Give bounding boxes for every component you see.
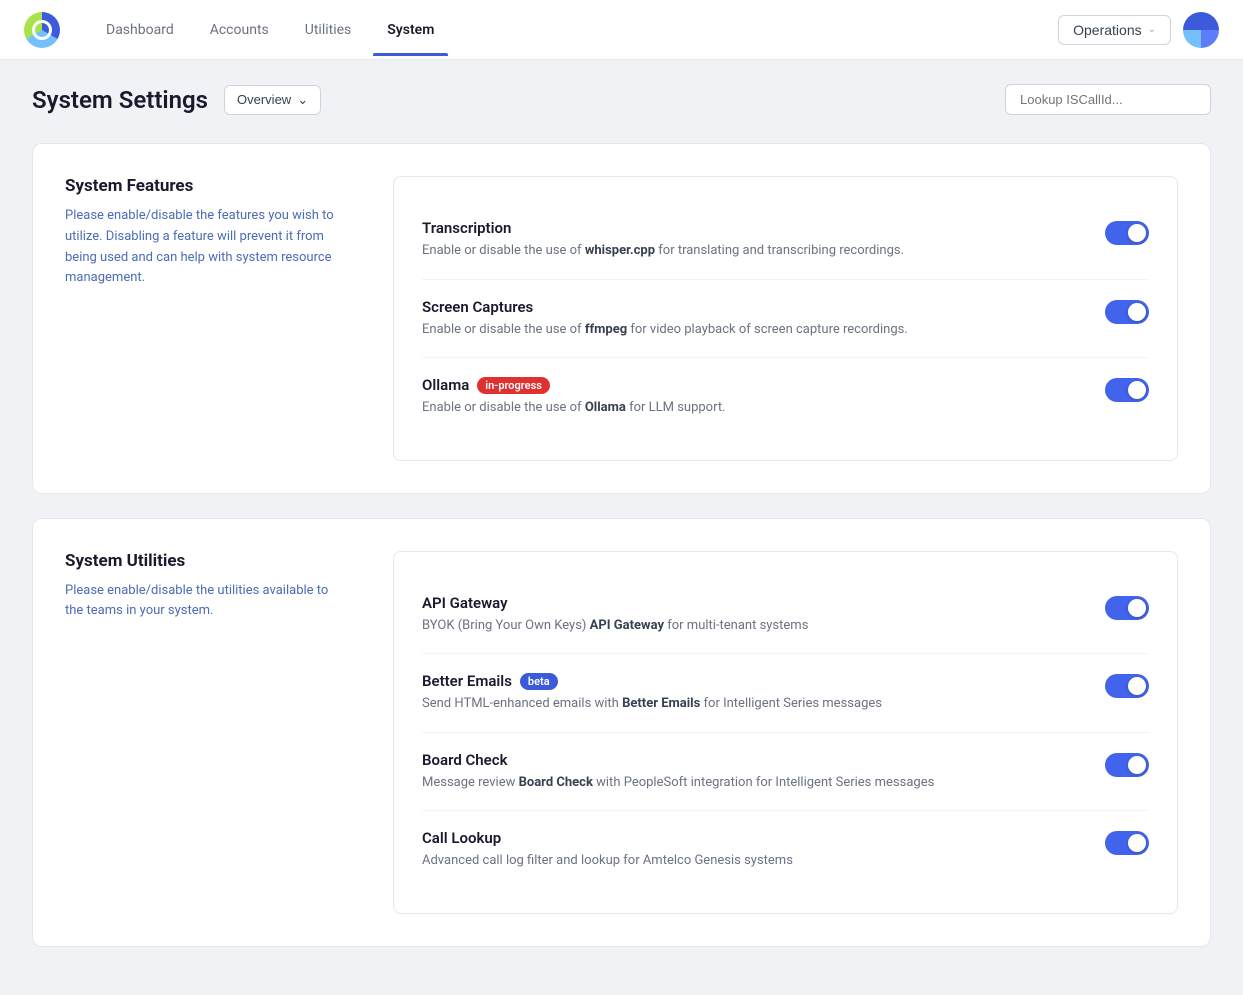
system-features-right: Transcription Enable or disable the use … xyxy=(393,176,1178,461)
feature-api-gateway-info: API Gateway BYOK (Bring Your Own Keys) A… xyxy=(422,594,1105,636)
navbar: Dashboard Accounts Utilities System Oper… xyxy=(0,0,1243,60)
feature-ollama-info: Ollama in-progress Enable or disable the… xyxy=(422,376,1105,418)
transcription-toggle[interactable] xyxy=(1105,221,1149,245)
feature-api-gateway-desc: BYOK (Bring Your Own Keys) API Gateway f… xyxy=(422,616,1081,636)
feature-ollama: Ollama in-progress Enable or disable the… xyxy=(422,358,1149,436)
ollama-toggle[interactable] xyxy=(1105,378,1149,402)
better-emails-toggle[interactable] xyxy=(1105,674,1149,698)
feature-call-lookup-name: Call Lookup xyxy=(422,829,1081,847)
page-header: System Settings Overview ⌄ xyxy=(32,84,1211,115)
feature-board-check-name: Board Check xyxy=(422,751,1081,769)
call-lookup-toggle[interactable] xyxy=(1105,831,1149,855)
system-features-section: System Features Please enable/disable th… xyxy=(32,143,1211,494)
page-title: System Settings xyxy=(32,86,208,114)
nav-links: Dashboard Accounts Utilities System xyxy=(92,4,1058,56)
feature-better-emails: Better Emails beta Send HTML-enhanced em… xyxy=(422,654,1149,733)
system-utilities-section: System Utilities Please enable/disable t… xyxy=(32,518,1211,947)
overview-chevron-icon: ⌄ xyxy=(297,92,308,108)
lookup-input[interactable] xyxy=(1005,84,1211,115)
feature-ollama-name: Ollama in-progress xyxy=(422,376,1081,394)
feature-api-gateway-name: API Gateway xyxy=(422,594,1081,612)
operations-dropdown[interactable]: Operations ⌄ xyxy=(1058,15,1171,45)
system-features-left: System Features Please enable/disable th… xyxy=(65,176,345,461)
system-utilities-right: API Gateway BYOK (Bring Your Own Keys) A… xyxy=(393,551,1178,914)
nav-accounts[interactable]: Accounts xyxy=(196,4,283,56)
board-check-toggle[interactable] xyxy=(1105,753,1149,777)
nav-utilities[interactable]: Utilities xyxy=(291,4,366,56)
system-utilities-desc: Please enable/disable the utilities avai… xyxy=(65,581,345,623)
system-utilities-left: System Utilities Please enable/disable t… xyxy=(65,551,345,914)
page-title-area: System Settings Overview ⌄ xyxy=(32,85,321,115)
nav-dashboard[interactable]: Dashboard xyxy=(92,4,188,56)
nav-right: Operations ⌄ xyxy=(1058,12,1219,48)
better-emails-badge: beta xyxy=(520,673,558,690)
nav-system[interactable]: System xyxy=(373,4,448,56)
feature-better-emails-name: Better Emails beta xyxy=(422,672,1081,690)
feature-transcription: Transcription Enable or disable the use … xyxy=(422,201,1149,280)
feature-screen-captures-name: Screen Captures xyxy=(422,298,1081,316)
app-logo[interactable] xyxy=(24,12,60,48)
feature-transcription-name: Transcription xyxy=(422,219,1081,237)
page-content: System Settings Overview ⌄ System Featur… xyxy=(0,60,1243,995)
feature-screen-captures-desc: Enable or disable the use of ffmpeg for … xyxy=(422,320,1081,340)
feature-ollama-desc: Enable or disable the use of Ollama for … xyxy=(422,398,1081,418)
operations-label: Operations xyxy=(1073,22,1141,38)
feature-transcription-desc: Enable or disable the use of whisper.cpp… xyxy=(422,241,1081,261)
chevron-down-icon: ⌄ xyxy=(1148,24,1156,35)
screen-captures-toggle[interactable] xyxy=(1105,300,1149,324)
feature-screen-captures: Screen Captures Enable or disable the us… xyxy=(422,280,1149,359)
feature-better-emails-info: Better Emails beta Send HTML-enhanced em… xyxy=(422,672,1105,714)
feature-transcription-info: Transcription Enable or disable the use … xyxy=(422,219,1105,261)
system-features-desc: Please enable/disable the features you w… xyxy=(65,206,345,289)
feature-board-check-desc: Message review Board Check with PeopleSo… xyxy=(422,773,1081,793)
feature-better-emails-desc: Send HTML-enhanced emails with Better Em… xyxy=(422,694,1081,714)
feature-screen-captures-info: Screen Captures Enable or disable the us… xyxy=(422,298,1105,340)
api-gateway-toggle[interactable] xyxy=(1105,596,1149,620)
system-features-title: System Features xyxy=(65,176,345,196)
user-avatar[interactable] xyxy=(1183,12,1219,48)
feature-board-check-info: Board Check Message review Board Check w… xyxy=(422,751,1105,793)
overview-label: Overview xyxy=(237,92,291,107)
feature-call-lookup-info: Call Lookup Advanced call log filter and… xyxy=(422,829,1105,871)
ollama-badge: in-progress xyxy=(477,377,550,394)
feature-board-check: Board Check Message review Board Check w… xyxy=(422,733,1149,812)
feature-call-lookup: Call Lookup Advanced call log filter and… xyxy=(422,811,1149,889)
overview-dropdown[interactable]: Overview ⌄ xyxy=(224,85,321,115)
feature-api-gateway: API Gateway BYOK (Bring Your Own Keys) A… xyxy=(422,576,1149,655)
system-utilities-title: System Utilities xyxy=(65,551,345,571)
feature-call-lookup-desc: Advanced call log filter and lookup for … xyxy=(422,851,1081,871)
